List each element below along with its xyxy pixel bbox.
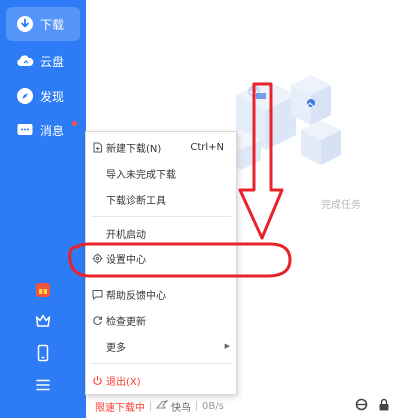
menu-separator: [91, 363, 231, 364]
refresh-icon: [91, 314, 103, 326]
menu-item-more[interactable]: 更多 ▶: [86, 335, 236, 357]
feedback-icon: [91, 288, 103, 300]
gear-icon: [91, 252, 103, 264]
gift-icon: [34, 281, 52, 302]
quick-bird-label: 快鸟: [171, 402, 191, 414]
sidebar-item-label: 下载: [40, 17, 65, 32]
main-menu-button[interactable]: [0, 376, 86, 397]
submenu-arrow-icon: ▶: [224, 342, 230, 350]
crown-icon: [34, 312, 52, 333]
menu-shortcut: Ctrl+N: [190, 141, 224, 153]
cloud-icon: [16, 52, 34, 70]
divider: [150, 401, 151, 411]
menu-item-auto-start[interactable]: 开机启动: [86, 222, 236, 244]
menu-item-label: 更多: [106, 342, 126, 354]
vip-button[interactable]: [0, 312, 86, 333]
menu-item-label: 新建下载(N): [106, 143, 162, 155]
sidebar-item-discover[interactable]: 发现: [6, 79, 80, 113]
power-icon: [91, 374, 103, 386]
menu-item-settings[interactable]: 设置中心: [86, 247, 236, 269]
divider: [196, 401, 197, 411]
menu-item-label: 检查更新: [106, 316, 146, 328]
download-speed: 0B/s: [202, 400, 224, 412]
menu-separator: [91, 216, 231, 217]
message-icon: [16, 121, 34, 139]
quick-bird-button[interactable]: 快鸟: [155, 399, 191, 414]
menu-item-label: 导入未完成下载: [106, 169, 176, 181]
menu-item-exit[interactable]: 退出(X): [86, 369, 236, 391]
menu-separator: [91, 275, 231, 276]
unread-badge: [72, 121, 77, 126]
download-icon: [16, 15, 34, 33]
status-bar: 限速下载中 快鸟 0B/s: [86, 394, 400, 418]
menu-item-label: 下载诊断工具: [106, 195, 166, 207]
compass-icon: [16, 87, 34, 105]
menu-icon: [34, 376, 52, 397]
menu-item-import-unfinished[interactable]: 导入未完成下载: [86, 162, 236, 184]
main-context-menu: 新建下载(N) Ctrl+N 导入未完成下载 下载诊断工具 开机启动 设置中心 …: [85, 131, 237, 395]
lock-icon[interactable]: [378, 398, 390, 414]
menu-item-check-update[interactable]: 检查更新: [86, 309, 236, 331]
sidebar-item-label: 消息: [40, 123, 65, 138]
sidebar-item-cloud[interactable]: 云盘: [6, 44, 80, 78]
menu-item-diagnostic-tool[interactable]: 下载诊断工具: [86, 188, 236, 210]
menu-item-help-feedback[interactable]: 帮助反馈中心: [86, 283, 236, 305]
empty-state-text: 完成任务: [321, 200, 361, 211]
menu-item-new-download[interactable]: 新建下载(N) Ctrl+N: [86, 136, 236, 158]
menu-item-label: 帮助反馈中心: [106, 290, 166, 302]
sidebar-item-label: 云盘: [40, 54, 65, 69]
menu-item-label: 设置中心: [106, 254, 146, 266]
speed-limit-status[interactable]: 限速下载中: [95, 399, 145, 414]
menu-item-label: 开机启动: [106, 229, 146, 241]
sidebar-item-download[interactable]: 下载: [6, 7, 80, 41]
bird-icon: [155, 399, 169, 413]
sidebar-item-label: 发现: [40, 89, 65, 104]
menu-item-label: 退出(X): [106, 376, 141, 388]
browser-icon[interactable]: [355, 398, 368, 414]
new-file-icon: [91, 141, 103, 153]
phone-icon: [34, 344, 52, 365]
gift-button[interactable]: [0, 281, 86, 302]
sidebar: 下载 云盘 发现 消息: [0, 0, 86, 418]
mobile-button[interactable]: [0, 344, 86, 365]
sidebar-item-messages[interactable]: 消息: [6, 113, 80, 147]
